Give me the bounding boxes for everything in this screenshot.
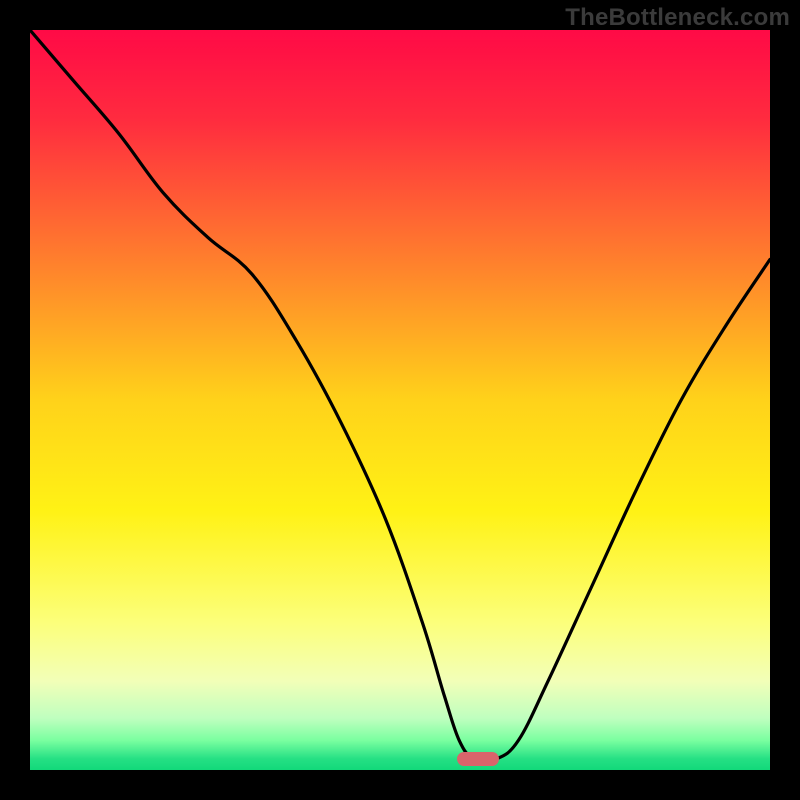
bottleneck-curve [30, 30, 770, 770]
plot-area [30, 30, 770, 770]
watermark-text: TheBottleneck.com [565, 4, 790, 32]
chart-frame: TheBottleneck.com [0, 0, 800, 800]
optimum-marker [457, 752, 499, 766]
